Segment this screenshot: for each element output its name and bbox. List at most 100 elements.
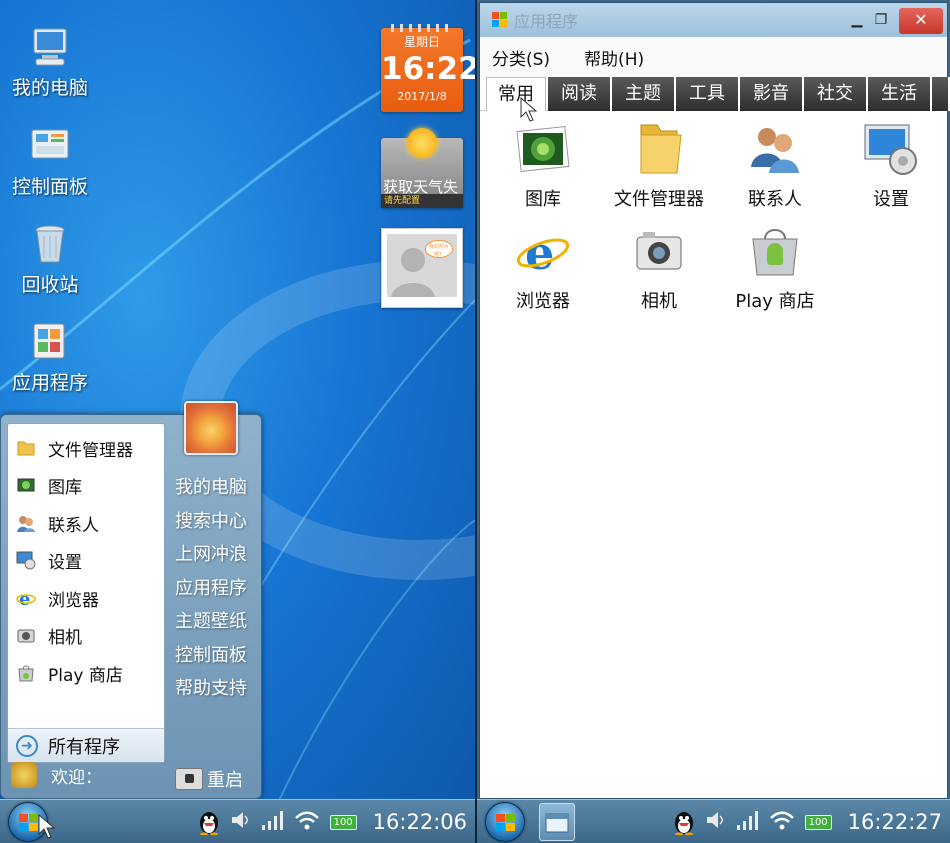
menu-bar: 分类(S) 帮助(H)	[480, 37, 947, 77]
applications-window: 应用程序 ▁ ❐ ✕ 分类(S) 帮助(H) 常用 阅读 主题 工具 影音 社交…	[479, 2, 950, 799]
menu-category[interactable]: 分类(S)	[492, 45, 550, 70]
applications-icon	[28, 320, 72, 364]
recycle-bin-icon	[28, 222, 72, 266]
app-gallery[interactable]: 图库	[485, 121, 601, 211]
window-titlebar[interactable]: 应用程序 ▁ ❐ ✕	[480, 3, 947, 37]
start-link-themes[interactable]: 主题壁纸	[175, 607, 247, 633]
tab-media[interactable]: 影音	[740, 77, 804, 111]
all-programs-button[interactable]: ➜ 所有程序	[8, 728, 164, 762]
left-desktop: 我的电脑 控制面板 回收站 应用程序 星期日 16:22 2017/1/8 获取…	[0, 0, 475, 843]
start-button[interactable]	[485, 802, 525, 842]
app-file-manager[interactable]: 文件管理器	[601, 121, 717, 211]
start-link-applications[interactable]: 应用程序	[175, 574, 247, 600]
desktop-icon-control-panel[interactable]: 控制面板	[0, 124, 100, 199]
start-item-file-manager[interactable]: 文件管理器	[16, 433, 133, 463]
photo-gadget[interactable]: 我的照片呢？	[381, 228, 463, 308]
start-item-label: 浏览器	[48, 590, 99, 611]
start-link-search-center[interactable]: 搜索中心	[175, 507, 247, 533]
taskbar-clock[interactable]: 16:22:06	[373, 810, 467, 834]
start-item-browser[interactable]: e 浏览器	[16, 583, 99, 613]
calendar-time: 16:22	[381, 51, 475, 87]
desktop-icon-applications[interactable]: 应用程序	[0, 320, 100, 395]
restart-label: 重启	[207, 770, 243, 791]
start-link-my-computer[interactable]: 我的电脑	[175, 473, 247, 499]
menu-help[interactable]: 帮助(H)	[584, 45, 644, 70]
folder-icon	[631, 121, 687, 177]
app-camera[interactable]: 相机	[601, 223, 717, 313]
system-tray: 100 16:22:06	[198, 800, 467, 843]
mouse-cursor-icon	[38, 814, 56, 839]
weather-gadget[interactable]: 获取天气失 请先配置	[381, 128, 463, 208]
signal-bars-icon[interactable]	[735, 809, 759, 835]
taskbar: 100 16:22:06	[0, 799, 475, 843]
desktop-icon-recycle-bin[interactable]: 回收站	[0, 222, 100, 297]
app-label: 图库	[525, 189, 561, 210]
windows-logo-icon	[492, 12, 507, 27]
restart-button[interactable]: 重启	[175, 766, 243, 792]
start-item-settings[interactable]: 设置	[16, 545, 82, 575]
tab-overflow[interactable]	[932, 77, 950, 111]
tab-themes[interactable]: 主题	[612, 77, 676, 111]
tab-social[interactable]: 社交	[804, 77, 868, 111]
control-panel-icon	[28, 124, 72, 168]
start-item-contacts[interactable]: 联系人	[16, 508, 99, 538]
start-link-surf-internet[interactable]: 上网冲浪	[175, 540, 247, 566]
all-programs-label: 所有程序	[48, 736, 120, 758]
start-link-control-panel[interactable]: 控制面板	[175, 641, 247, 667]
tab-reading[interactable]: 阅读	[548, 77, 612, 111]
taskbar-window-button[interactable]	[539, 803, 575, 841]
qq-penguin-icon[interactable]	[198, 809, 220, 836]
start-menu-programs: 文件管理器 图库 联系人 设置 e 浏览器 相机 Play 商店 ➜ 所有程序	[7, 423, 165, 763]
start-item-gallery[interactable]: 图库	[16, 470, 82, 500]
calendar-gadget[interactable]: 星期日 16:22 2017/1/8	[381, 24, 475, 112]
play-store-icon	[16, 663, 36, 683]
app-settings[interactable]: 设置	[833, 121, 949, 211]
photo-placeholder: 我的照片呢？	[387, 234, 457, 297]
tab-tools[interactable]: 工具	[676, 77, 740, 111]
sun-icon	[407, 128, 437, 158]
start-item-camera[interactable]: 相机	[16, 620, 82, 650]
speaker-icon[interactable]	[230, 809, 250, 835]
speaker-icon[interactable]	[705, 809, 725, 835]
app-play-store[interactable]: Play 商店	[717, 223, 833, 313]
wifi-icon[interactable]	[769, 809, 795, 835]
wifi-icon[interactable]	[294, 809, 320, 835]
window-title: 应用程序	[514, 12, 579, 31]
desktop-icon-label: 回收站	[21, 274, 79, 296]
app-label: 设置	[873, 189, 909, 210]
contacts-icon	[747, 121, 803, 177]
taskbar-clock[interactable]: 16:22:27	[848, 810, 942, 834]
app-browser[interactable]: e 浏览器	[485, 223, 601, 313]
tab-life[interactable]: 生活	[868, 77, 932, 111]
app-label: 浏览器	[516, 291, 570, 312]
restore-button[interactable]: ❐	[871, 8, 891, 34]
computer-icon	[28, 25, 72, 69]
restart-icon	[175, 768, 203, 790]
svg-text:e: e	[19, 589, 30, 608]
qq-penguin-icon[interactable]	[673, 809, 695, 836]
desktop-icon-my-computer[interactable]: 我的电脑	[0, 25, 100, 100]
app-label: Play 商店	[735, 291, 815, 312]
category-tabs: 常用 阅读 主题 工具 影音 社交 生活	[480, 77, 950, 111]
app-label: 联系人	[748, 189, 802, 210]
battery-indicator[interactable]: 100	[329, 814, 357, 830]
minimize-button[interactable]: ▁	[847, 8, 867, 34]
start-item-play-store[interactable]: Play 商店	[16, 658, 123, 688]
battery-indicator[interactable]: 100	[804, 814, 832, 830]
user-medal-icon	[11, 762, 37, 788]
browser-icon: e	[16, 588, 36, 610]
start-item-label: 联系人	[48, 515, 99, 536]
gallery-icon	[16, 475, 36, 495]
app-contacts[interactable]: 联系人	[717, 121, 833, 211]
start-link-help[interactable]: 帮助支持	[175, 674, 247, 700]
signal-bars-icon[interactable]	[260, 809, 284, 835]
calendar-rings	[391, 24, 453, 32]
desktop-icon-label: 应用程序	[11, 372, 88, 394]
close-button[interactable]: ✕	[899, 8, 943, 34]
start-item-label: 文件管理器	[48, 440, 133, 461]
user-avatar[interactable]	[184, 401, 238, 455]
app-label: 相机	[641, 291, 677, 312]
photo-bubble: 我的照片呢？	[425, 240, 453, 258]
desktop-icon-label: 我的电脑	[11, 77, 88, 99]
taskbar: 100 16:22:27	[477, 799, 950, 843]
